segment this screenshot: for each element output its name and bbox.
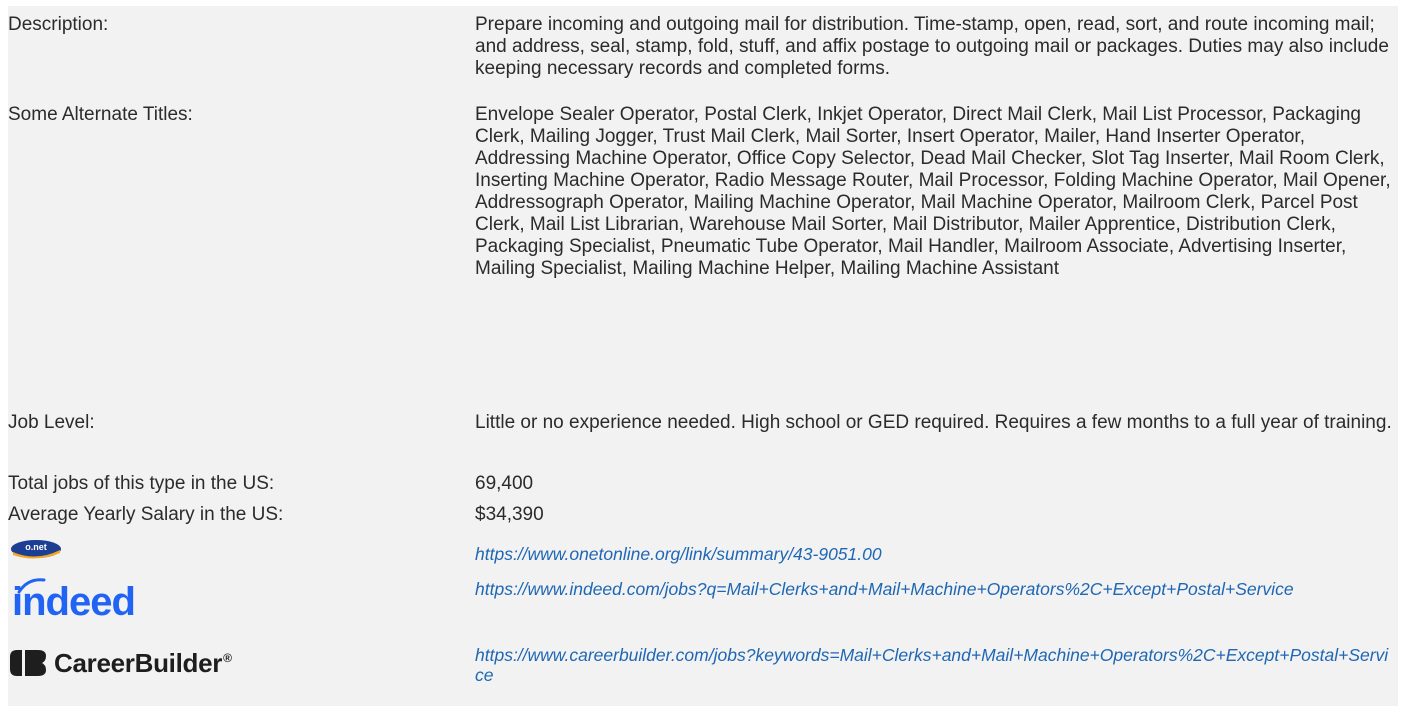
onet-row: o.net https://www.onetonline.org/link/su…: [8, 532, 1398, 568]
job-level-label: Job Level:: [8, 412, 95, 433]
job-details-panel: Description: Prepare incoming and outgoi…: [8, 6, 1398, 706]
onet-logo-icon: o.net: [10, 536, 62, 559]
indeed-logo-icon: indeed: [12, 578, 136, 624]
careerbuilder-registered-mark: ®: [223, 650, 232, 665]
indeed-row: indeed https://www.indeed.com/jobs?q=Mai…: [8, 576, 1398, 636]
total-jobs-value: 69,400: [475, 473, 534, 494]
alternate-titles-label: Some Alternate Titles:: [8, 104, 193, 125]
onet-logo-text: o.net: [25, 542, 47, 552]
careerbuilder-link[interactable]: https://www.careerbuilder.com/jobs?keywo…: [475, 645, 1395, 685]
alternate-titles-value: Envelope Sealer Operator, Postal Clerk, …: [475, 104, 1391, 279]
job-level-value: Little or no experience needed. High sch…: [475, 412, 1392, 433]
onet-link[interactable]: https://www.onetonline.org/link/summary/…: [475, 544, 1395, 564]
indeed-link[interactable]: https://www.indeed.com/jobs?q=Mail+Clerk…: [475, 579, 1395, 599]
description-label: Description:: [8, 14, 109, 35]
careerbuilder-logo-text: CareerBuilder: [54, 647, 223, 678]
salary-value: $34,390: [475, 504, 544, 525]
careerbuilder-row: CareerBuilder® https://www.careerbuilder…: [8, 642, 1398, 702]
total-jobs-label: Total jobs of this type in the US:: [8, 473, 275, 494]
careerbuilder-logo-icon: CareerBuilder®: [8, 645, 232, 681]
description-value: Prepare incoming and outgoing mail for d…: [475, 14, 1389, 79]
salary-label: Average Yearly Salary in the US:: [8, 504, 284, 525]
